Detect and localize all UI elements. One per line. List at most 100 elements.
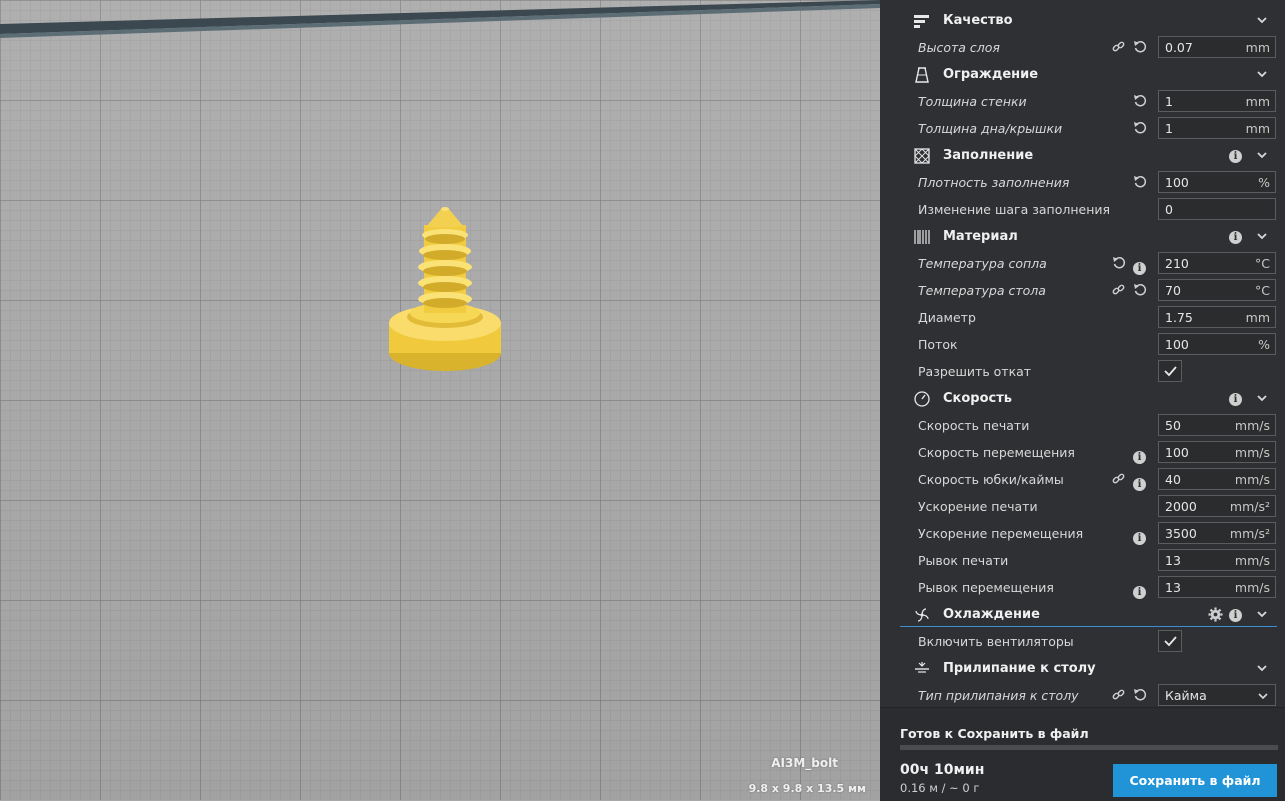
reset-icon[interactable] <box>1112 256 1126 270</box>
print-jerk-input[interactable]: 13 mm/s <box>1158 549 1276 571</box>
reset-icon[interactable] <box>1133 40 1147 54</box>
layer-height-input[interactable]: 0.07 mm <box>1158 36 1276 58</box>
checkmark-icon <box>1164 366 1177 377</box>
setting-nozzle-temp: Температура сопла i 210 °C <box>880 250 1285 277</box>
field-value: 100 <box>1165 175 1189 190</box>
field-value: 70 <box>1165 283 1181 298</box>
reset-icon[interactable] <box>1133 121 1147 135</box>
field-unit: °C <box>1255 283 1270 298</box>
travel-accel-input[interactable]: 3500 mm/s² <box>1158 522 1276 544</box>
setting-label: Тип прилипания к столу <box>918 688 1079 703</box>
field-unit: mm/s <box>1234 418 1270 433</box>
info-icon[interactable]: i <box>1229 148 1242 163</box>
gear-icon[interactable] <box>1208 607 1223 622</box>
3d-viewport[interactable]: AI3M_bolt 9.8 x 9.8 x 13.5 мм <box>0 0 880 800</box>
link-icon[interactable] <box>1112 40 1126 54</box>
setting-travel-jerk: Рывок перемещения i 13 mm/s <box>880 574 1285 601</box>
info-icon[interactable]: i <box>1229 607 1242 622</box>
category-adhesion[interactable]: Прилипание к столу <box>880 655 1285 682</box>
link-icon[interactable] <box>1112 283 1126 297</box>
category-speed[interactable]: Скорость i <box>880 385 1285 412</box>
setting-label: Толщина дна/крышки <box>918 121 1063 136</box>
field-unit: °C <box>1255 256 1270 271</box>
field-value: 100 <box>1165 445 1189 460</box>
wall-thickness-input[interactable]: 1 mm <box>1158 90 1276 112</box>
setting-label: Скорость юбки/каймы <box>918 472 1064 487</box>
build-plate-edge <box>0 0 880 38</box>
link-icon[interactable] <box>1112 688 1126 702</box>
bed-temp-input[interactable]: 70 °C <box>1158 279 1276 301</box>
link-icon[interactable] <box>1112 472 1126 486</box>
info-icon[interactable]: i <box>1133 445 1147 464</box>
gradual-infill-input[interactable]: 0 <box>1158 198 1276 220</box>
field-unit: mm <box>1245 121 1270 136</box>
chevron-down-icon[interactable] <box>1255 607 1269 621</box>
nozzle-temp-input[interactable]: 210 °C <box>1158 252 1276 274</box>
fans-checkbox[interactable] <box>1158 630 1182 652</box>
info-icon[interactable]: i <box>1133 580 1147 599</box>
setting-print-jerk: Рывок печати 13 mm/s <box>880 547 1285 574</box>
field-unit: mm/s <box>1234 553 1270 568</box>
chevron-down-icon[interactable] <box>1255 67 1269 81</box>
field-unit: mm <box>1245 94 1270 109</box>
infill-density-input[interactable]: 100 % <box>1158 171 1276 193</box>
category-infill[interactable]: Заполнение i <box>880 142 1285 169</box>
setting-label: Диаметр <box>918 310 976 325</box>
save-to-file-button[interactable]: Сохранить в файл <box>1113 764 1277 797</box>
flow-input[interactable]: 100 % <box>1158 333 1276 355</box>
print-accel-input[interactable]: 2000 mm/s² <box>1158 495 1276 517</box>
field-value: 1 <box>1165 94 1173 109</box>
model-bolt[interactable] <box>386 205 506 377</box>
chevron-down-icon <box>1258 693 1268 700</box>
info-icon[interactable]: i <box>1133 526 1147 545</box>
hover-divider <box>900 626 1277 627</box>
skirt-speed-input[interactable]: 40 mm/s <box>1158 468 1276 490</box>
chevron-down-icon[interactable] <box>1255 391 1269 405</box>
chevron-down-icon[interactable] <box>1255 229 1269 243</box>
top-bottom-thickness-input[interactable]: 1 mm <box>1158 117 1276 139</box>
category-cooling[interactable]: Охлаждение i <box>880 601 1285 628</box>
reset-icon[interactable] <box>1133 94 1147 108</box>
reset-icon[interactable] <box>1133 688 1147 702</box>
setting-gradual-infill: Изменение шага заполнения 0 <box>880 196 1285 223</box>
travel-jerk-input[interactable]: 13 mm/s <box>1158 576 1276 598</box>
setting-wall-thickness: Толщина стенки 1 mm <box>880 88 1285 115</box>
setting-label: Включить вентиляторы <box>918 634 1074 649</box>
setting-top-bottom-thickness: Толщина дна/крышки 1 mm <box>880 115 1285 142</box>
field-unit: mm/s² <box>1229 499 1270 514</box>
travel-speed-input[interactable]: 100 mm/s <box>1158 441 1276 463</box>
reset-icon[interactable] <box>1133 283 1147 297</box>
settings-list[interactable]: Качество Высота слоя 0.07 mm Ограждение … <box>880 0 1285 707</box>
adhesion-type-select[interactable]: Кайма <box>1158 684 1276 706</box>
field-value: 13 <box>1165 553 1181 568</box>
chevron-down-icon[interactable] <box>1255 661 1269 675</box>
field-value: Кайма <box>1165 688 1207 703</box>
chevron-down-icon[interactable] <box>1255 13 1269 27</box>
slice-status: Готов к Сохранить в файл <box>900 726 1089 741</box>
field-value: 2000 <box>1165 499 1197 514</box>
info-icon[interactable]: i <box>1229 229 1242 244</box>
info-icon[interactable]: i <box>1133 256 1147 275</box>
print-speed-input[interactable]: 50 mm/s <box>1158 414 1276 436</box>
field-unit: mm/s² <box>1229 526 1270 541</box>
info-icon[interactable]: i <box>1229 391 1242 406</box>
field-unit: % <box>1258 175 1270 190</box>
field-unit: mm/s <box>1234 580 1270 595</box>
chevron-down-icon[interactable] <box>1255 148 1269 162</box>
field-value: 1.75 <box>1165 310 1193 325</box>
setting-label: Ускорение перемещения <box>918 526 1084 541</box>
retraction-checkbox[interactable] <box>1158 360 1182 382</box>
category-quality[interactable]: Качество <box>880 7 1285 34</box>
setting-diameter: Диаметр 1.75 mm <box>880 304 1285 331</box>
category-material[interactable]: Материал i <box>880 223 1285 250</box>
field-unit: mm <box>1245 40 1270 55</box>
category-shell[interactable]: Ограждение <box>880 61 1285 88</box>
speed-icon <box>913 391 931 407</box>
model-name: AI3M_bolt <box>771 756 838 770</box>
shell-icon <box>913 67 931 83</box>
field-value: 3500 <box>1165 526 1197 541</box>
info-icon[interactable]: i <box>1133 472 1147 491</box>
reset-icon[interactable] <box>1133 175 1147 189</box>
checkmark-icon <box>1164 636 1177 647</box>
diameter-input[interactable]: 1.75 mm <box>1158 306 1276 328</box>
